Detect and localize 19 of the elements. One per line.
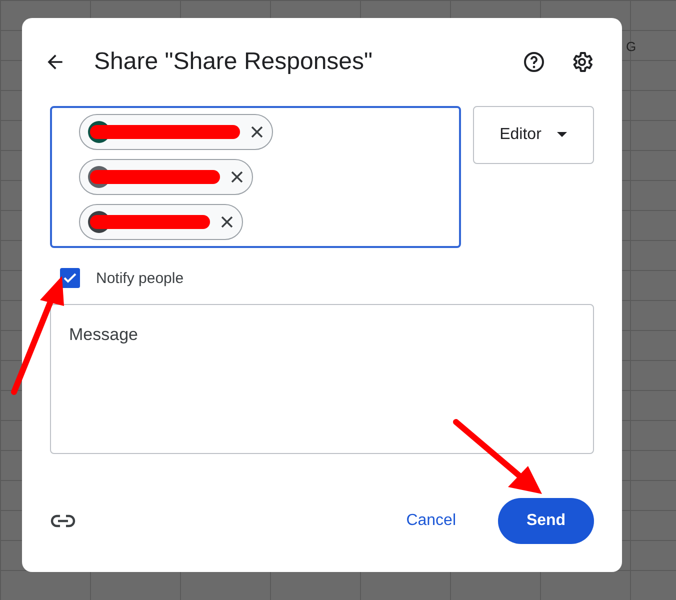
close-icon[interactable] (250, 125, 264, 139)
role-dropdown[interactable]: Editor (473, 106, 594, 164)
send-button[interactable]: Send (498, 498, 594, 544)
close-icon[interactable] (230, 170, 244, 184)
recipient-chip[interactable] (79, 204, 243, 240)
column-header: G (626, 39, 636, 54)
recipients-field[interactable] (50, 106, 461, 248)
dialog-title: Share "Share Responses" (94, 48, 374, 76)
help-icon[interactable] (522, 50, 546, 74)
checkmark-icon (63, 272, 77, 284)
close-icon[interactable] (220, 215, 234, 229)
link-icon[interactable] (50, 514, 76, 528)
recipient-chip[interactable] (79, 114, 273, 150)
cancel-button[interactable]: Cancel (394, 502, 468, 540)
notify-label: Notify people (96, 270, 184, 286)
caret-icon (557, 132, 568, 138)
message-field[interactable]: Message (50, 304, 594, 454)
recipient-chip[interactable] (79, 159, 253, 195)
notify-checkbox[interactable] (60, 268, 80, 288)
